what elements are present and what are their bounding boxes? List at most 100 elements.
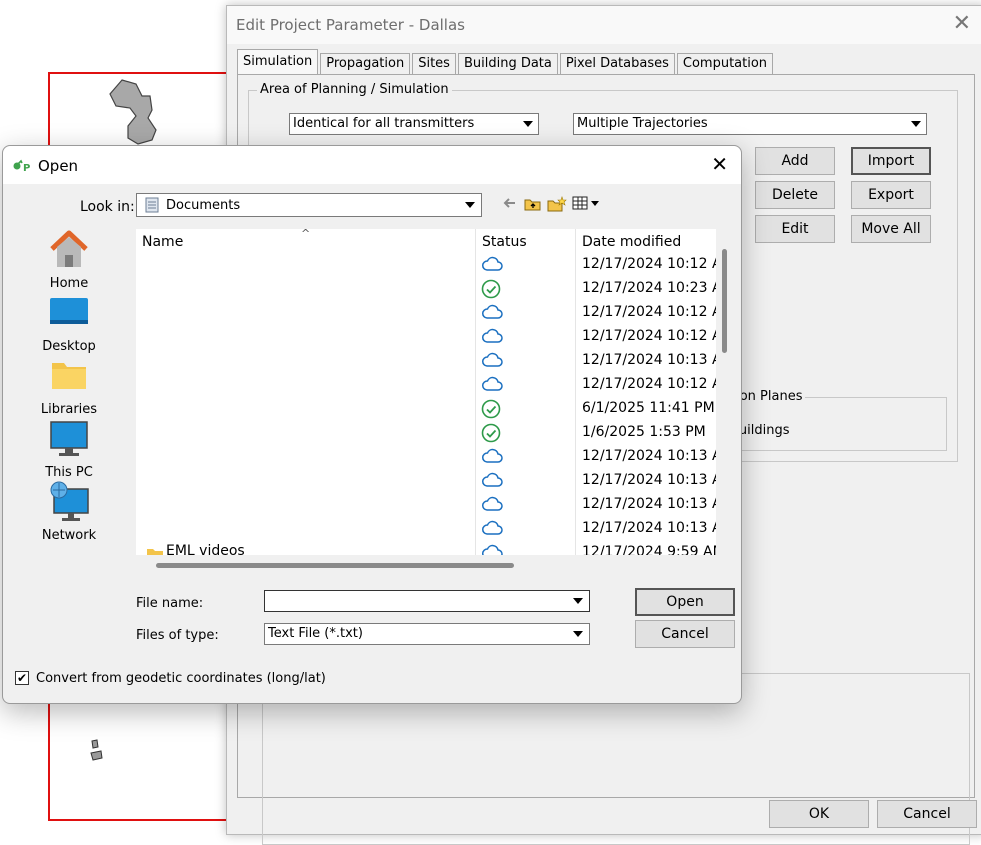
file-name-input[interactable]	[264, 590, 590, 612]
sort-ascending-icon: ^	[301, 229, 311, 240]
documents-icon	[145, 197, 159, 213]
column-header-status[interactable]: Status	[482, 234, 527, 250]
chevron-down-icon[interactable]	[461, 196, 479, 214]
tab-computation[interactable]: Computation	[676, 53, 774, 75]
chevron-down-icon[interactable]	[569, 592, 587, 610]
place-home-label: Home	[49, 276, 89, 291]
cloud-icon	[481, 495, 503, 517]
vertical-scrollbar-thumb[interactable]	[722, 249, 727, 353]
open-button[interactable]: Open	[635, 588, 735, 616]
tab-sites[interactable]: Sites	[412, 53, 456, 75]
files-of-type-combo[interactable]: Text File (*.txt)	[264, 623, 590, 645]
date-modified: 12/17/2024 10:13 AM	[582, 352, 716, 368]
cancel-button[interactable]: Cancel	[635, 620, 735, 648]
list-item[interactable]: 1/6/2025 1:53 PM	[136, 421, 716, 445]
list-item[interactable]: 6/1/2025 11:41 PM	[136, 397, 716, 421]
cancel-button[interactable]: Cancel	[877, 800, 977, 828]
convert-geodetic-label: Convert from geodetic coordinates (long/…	[36, 671, 326, 686]
column-header-name[interactable]: Name	[142, 234, 183, 250]
list-item[interactable]: 12/17/2024 10:12 AM	[136, 325, 716, 349]
list-item[interactable]: 12/17/2024 10:12 AM	[136, 373, 716, 397]
desktop-icon	[50, 298, 88, 324]
place-network[interactable]: Network	[21, 481, 117, 543]
planes-group: tion Planes Buildings	[719, 389, 947, 451]
files-of-type-value: Text File (*.txt)	[268, 626, 363, 641]
list-item[interactable]: 12/17/2024 10:23 AM	[136, 277, 716, 301]
files-of-type-label: Files of type:	[136, 628, 219, 643]
place-this-pc[interactable]: This PC	[21, 418, 117, 480]
date-modified: 12/17/2024 10:13 AM	[582, 496, 716, 512]
transmitter-mode-combo[interactable]: Identical for all transmitters	[289, 113, 539, 135]
computer-icon	[50, 421, 88, 456]
place-home[interactable]: Home	[21, 229, 117, 291]
list-item[interactable]: 12/17/2024 10:13 AM	[136, 469, 716, 493]
horizontal-scrollbar-thumb[interactable]	[156, 563, 514, 568]
place-libraries-label: Libraries	[40, 402, 98, 417]
edit-button[interactable]: Edit	[755, 215, 835, 243]
export-button[interactable]: Export	[851, 181, 931, 209]
date-modified: 1/6/2025 1:53 PM	[582, 424, 706, 440]
look-in-combo[interactable]: Documents	[136, 193, 482, 217]
date-modified: 12/17/2024 10:12 AM	[582, 376, 716, 392]
convert-geodetic-checkbox[interactable]: ✔	[15, 671, 29, 685]
date-modified: 12/17/2024 10:12 AM	[582, 256, 716, 272]
chevron-down-icon[interactable]	[569, 625, 587, 643]
place-libraries[interactable]: Libraries	[21, 355, 117, 417]
chevron-down-icon[interactable]	[907, 115, 925, 133]
date-modified: 12/17/2024 10:23 AM	[582, 280, 716, 296]
up-folder-icon[interactable]	[524, 196, 542, 212]
list-item[interactable]: 12/17/2024 10:13 AM	[136, 517, 716, 541]
back-arrow-icon[interactable]	[501, 196, 517, 210]
list-item[interactable]: 12/17/2024 10:12 AM	[136, 253, 716, 277]
list-item[interactable]: 12/17/2024 10:13 AM	[136, 493, 716, 517]
synced-check-icon	[481, 423, 501, 447]
cloud-icon	[481, 447, 503, 469]
file-name-label: File name:	[136, 596, 204, 611]
cloud-icon	[481, 375, 503, 397]
project-titlebar: Edit Project Parameter - Dallas ✕	[227, 6, 981, 44]
move-all-button[interactable]: Move All	[851, 215, 931, 243]
project-dialog-title: Edit Project Parameter - Dallas	[236, 16, 465, 34]
chevron-down-icon[interactable]	[519, 115, 537, 133]
list-item[interactable]: 12/17/2024 10:12 AM	[136, 301, 716, 325]
import-button[interactable]: Import	[851, 147, 931, 175]
date-modified: 12/17/2024 10:13 AM	[582, 520, 716, 536]
area-group-label: Area of Planning / Simulation	[257, 82, 452, 97]
column-header-date[interactable]: Date modified	[582, 234, 681, 250]
file-list[interactable]: ^ Name Status Date modified 12/17/2024 1…	[136, 229, 716, 555]
date-modified: 12/17/2024 10:13 AM	[582, 448, 716, 464]
look-in-value: Documents	[166, 198, 241, 213]
folder-icon	[52, 363, 86, 389]
look-in-label: Look in:	[80, 199, 135, 215]
new-folder-icon[interactable]	[547, 196, 567, 212]
synced-check-icon	[481, 399, 501, 423]
list-item[interactable]: 12/17/2024 10:13 AM	[136, 349, 716, 373]
delete-button[interactable]: Delete	[755, 181, 835, 209]
tab-propagation[interactable]: Propagation	[320, 53, 411, 75]
list-item[interactable]: EML videos	[136, 541, 716, 555]
tab-building-data[interactable]: Building Data	[457, 53, 558, 75]
view-menu-icon[interactable]	[572, 196, 600, 210]
tab-pixel-databases[interactable]: Pixel Databases	[559, 53, 675, 75]
open-titlebar: P Open ✕	[3, 146, 741, 184]
building-footprint-small	[90, 739, 103, 761]
place-desktop-label: Desktop	[42, 339, 96, 354]
close-icon[interactable]: ✕	[953, 13, 971, 35]
cloud-icon	[481, 519, 503, 541]
place-desktop[interactable]: Desktop	[21, 292, 117, 354]
add-button[interactable]: Add	[755, 147, 835, 175]
cloud-icon	[481, 327, 503, 349]
app-logo-icon: P	[13, 159, 30, 173]
ok-button[interactable]: OK	[769, 800, 869, 828]
project-tabs: Simulation Propagation Sites Building Da…	[237, 49, 775, 75]
cloud-icon	[481, 351, 503, 373]
trajectory-mode-combo[interactable]: Multiple Trajectories	[573, 113, 927, 135]
checkmark-icon: ✔	[16, 671, 28, 685]
synced-check-icon	[481, 279, 501, 303]
list-item[interactable]: 12/17/2024 10:13 AM	[136, 445, 716, 469]
tab-simulation[interactable]: Simulation	[237, 49, 319, 75]
cloud-icon	[481, 255, 503, 277]
open-file-dialog: P Open ✕ Look in: Documents Home Desktop…	[2, 145, 742, 704]
date-modified: 12/17/2024 10:12 AM	[582, 328, 716, 344]
close-icon[interactable]: ✕	[711, 154, 728, 174]
